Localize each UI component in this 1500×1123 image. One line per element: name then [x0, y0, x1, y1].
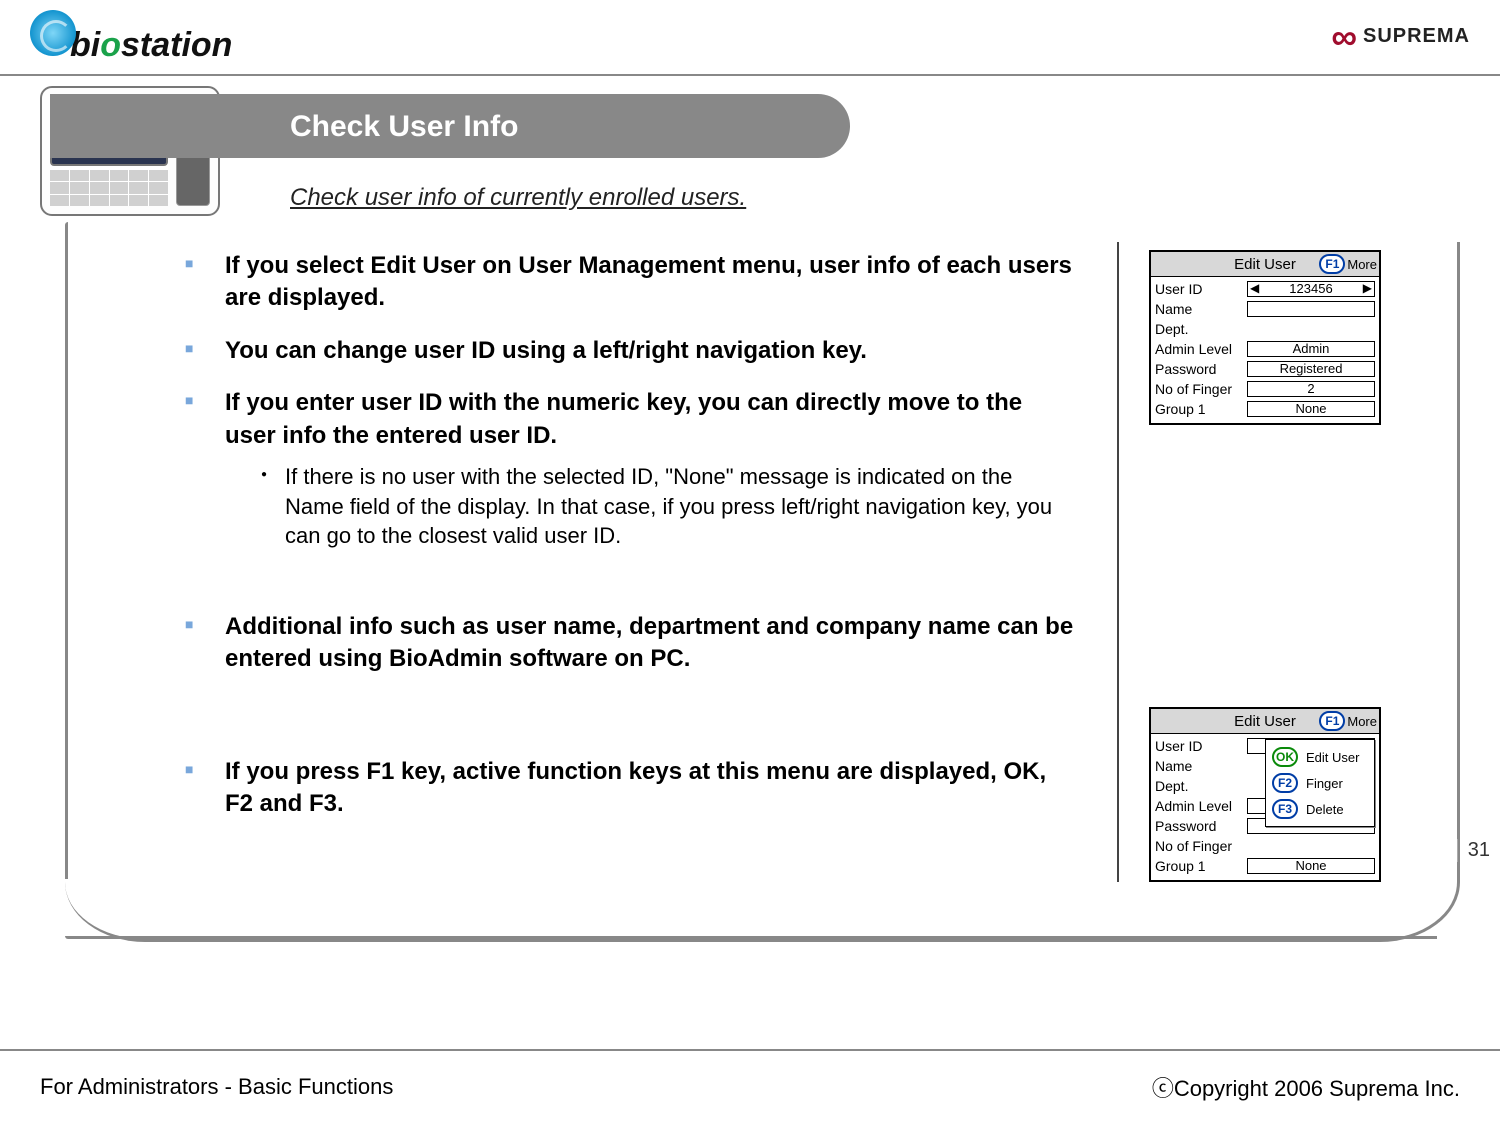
field-label: User ID [1155, 738, 1247, 754]
field-label: Name [1155, 758, 1247, 774]
brand-part: o [100, 26, 121, 64]
content-frame: If you select Edit User on User Manageme… [65, 242, 1460, 942]
lcd-panel-edit-user: Edit User F1 More User ID ◀ 123456 ▶ Na [1149, 250, 1381, 425]
bullet: You can change user ID using a left/righ… [165, 335, 1077, 367]
field-label: No of Finger [1155, 838, 1247, 854]
field-value: None [1247, 401, 1375, 417]
brand-suprema-text: SUPREMA [1363, 25, 1470, 48]
bullet: If you press F1 key, active function key… [165, 756, 1077, 821]
lcd-panel-edit-user-menu: Edit User F1 More User ID Name Dept. Adm… [1149, 707, 1381, 882]
footer-right: ⓒCopyright 2006 Suprema Inc. [1152, 1071, 1460, 1103]
sub-bullet-text: If there is no user with the selected ID… [285, 464, 1052, 548]
field-value: None [1247, 858, 1375, 874]
device-keypad-icon [50, 170, 168, 206]
content-left: If you select Edit User on User Manageme… [165, 242, 1077, 882]
menu-item-f2: F2 Finger [1270, 770, 1370, 796]
field-label: Admin Level [1155, 798, 1247, 814]
bullet-text: Additional info such as user name, depar… [225, 613, 1073, 672]
field-label: Dept. [1155, 321, 1247, 337]
bullet: If you enter user ID with the numeric ke… [165, 387, 1077, 551]
f3-key-icon: F3 [1272, 799, 1298, 819]
field-label: Group 1 [1155, 401, 1247, 417]
field-label: Password [1155, 818, 1247, 834]
page-header: biostation ∞ SUPREMA [0, 0, 1500, 70]
arrow-right-icon: ▶ [1363, 281, 1372, 295]
f2-key-icon: F2 [1272, 773, 1298, 793]
page-title-text: Check User Info [290, 110, 518, 143]
menu-item-label: Delete [1306, 802, 1344, 817]
menu-item-label: Edit User [1306, 750, 1359, 765]
page-body: biostation Check User Info Check user in… [0, 76, 1500, 942]
sub-bullet: If there is no user with the selected ID… [225, 462, 1077, 551]
field-label: Group 1 [1155, 858, 1247, 874]
footer-left: For Administrators - Basic Functions [40, 1074, 393, 1100]
field-label: Dept. [1155, 778, 1247, 794]
field-value: 2 [1247, 381, 1375, 397]
panel-title-text: Edit User [1151, 256, 1379, 273]
content-right: Edit User F1 More User ID ◀ 123456 ▶ Na [1117, 242, 1397, 882]
page-number: 31 [1457, 839, 1490, 862]
field-label: No of Finger [1155, 381, 1247, 397]
bullet-text: You can change user ID using a left/righ… [225, 337, 867, 364]
field-value: ◀ 123456 ▶ [1247, 281, 1375, 297]
menu-item-label: Finger [1306, 776, 1343, 791]
field-value [1247, 301, 1375, 317]
field-value-text: 123456 [1289, 281, 1332, 296]
swirl-icon [30, 10, 76, 56]
brand-biostation-text: biostation [70, 26, 232, 65]
page-title: Check User Info [50, 94, 850, 158]
field-value [1247, 321, 1375, 337]
field-value [1247, 838, 1375, 854]
brand-suprema: ∞ SUPREMA [1331, 21, 1470, 53]
field-label: Password [1155, 361, 1247, 377]
bullet: Additional info such as user name, depar… [165, 611, 1077, 676]
infinity-icon: ∞ [1331, 21, 1357, 53]
menu-item-f3: F3 Delete [1270, 796, 1370, 822]
page-footer: For Administrators - Basic Functions ⓒCo… [0, 1049, 1500, 1117]
brand-part: station [121, 26, 232, 64]
panel-title-text: Edit User [1151, 713, 1379, 730]
arrow-left-icon: ◀ [1250, 281, 1259, 295]
field-label: Name [1155, 301, 1247, 317]
field-value: Admin [1247, 341, 1375, 357]
field-label: User ID [1155, 281, 1247, 297]
function-key-popup: OK Edit User F2 Finger F3 Delete [1265, 739, 1375, 827]
bullet-text: If you enter user ID with the numeric ke… [225, 389, 1022, 448]
menu-item-ok: OK Edit User [1270, 744, 1370, 770]
bullet-text: If you select Edit User on User Manageme… [225, 252, 1072, 311]
bullet-text: If you press F1 key, active function key… [225, 758, 1046, 817]
field-value: Registered [1247, 361, 1375, 377]
bullet: If you select Edit User on User Manageme… [165, 250, 1077, 315]
field-label: Admin Level [1155, 341, 1247, 357]
brand-biostation: biostation [30, 10, 232, 65]
ok-key-icon: OK [1272, 747, 1298, 767]
page-subtitle: Check user info of currently enrolled us… [290, 184, 1480, 212]
